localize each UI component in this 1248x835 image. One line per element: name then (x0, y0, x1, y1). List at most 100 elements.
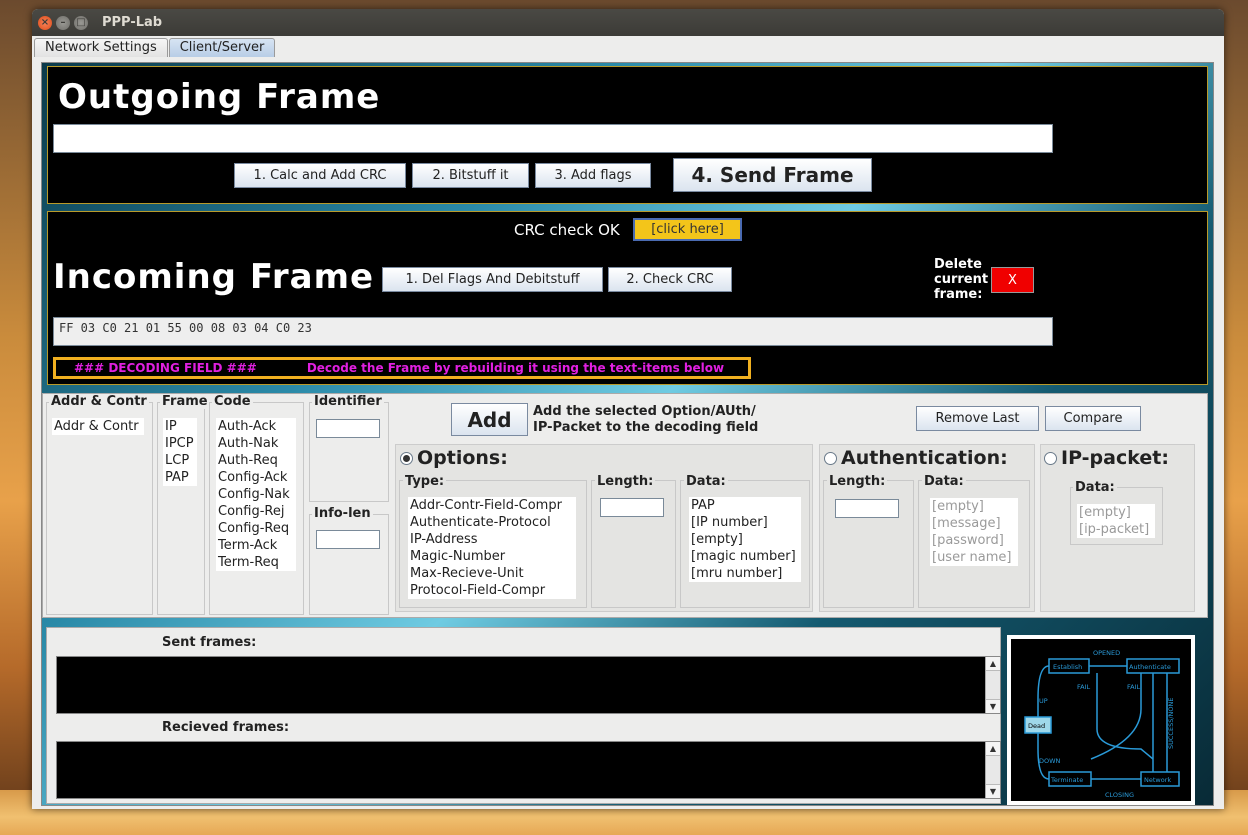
click-here-button[interactable]: [click here] (633, 218, 742, 241)
list-item[interactable]: IP (163, 418, 197, 435)
list-item[interactable]: LCP (163, 452, 197, 469)
list-item[interactable]: PAP (689, 497, 801, 514)
options-radio[interactable]: Options: (400, 447, 508, 469)
scroll-down-icon[interactable]: ▼ (986, 784, 1000, 798)
list-item[interactable]: [password] (930, 532, 1018, 549)
delete-label-line-3: frame: (934, 287, 983, 302)
ip-packet-title: IP-packet: (1061, 447, 1169, 469)
state-network-label: Network (1144, 776, 1171, 784)
scroll-up-icon[interactable]: ▲ (986, 657, 1000, 671)
auth-length-label: Length: (827, 474, 888, 489)
list-item[interactable]: Authenticate-Protocol (408, 514, 576, 531)
options-length-input[interactable] (600, 498, 664, 517)
list-item[interactable]: Magic-Number (408, 548, 576, 565)
list-item[interactable]: Auth-Ack (216, 418, 296, 435)
compare-button[interactable]: Compare (1045, 406, 1141, 431)
scroll-down-icon[interactable]: ▼ (986, 699, 1000, 713)
auth-length-input[interactable] (835, 499, 899, 518)
sent-frames-area[interactable]: ▲ ▼ (56, 656, 1001, 714)
outgoing-frame-panel: Outgoing Frame 1. Calc and Add CRC 2. Bi… (47, 66, 1208, 204)
list-item[interactable]: Config-Rej (216, 503, 296, 520)
crc-status-label: CRC check OK (514, 221, 620, 239)
incoming-frame-title: Incoming Frame (53, 257, 375, 297)
send-frame-button[interactable]: 4. Send Frame (673, 158, 872, 192)
list-item[interactable]: Config-Nak (216, 486, 296, 503)
list-item[interactable]: Auth-Req (216, 452, 296, 469)
list-item[interactable]: Term-Req (216, 554, 296, 571)
decoding-field[interactable]: ### DECODING FIELD ### Decode the Frame … (53, 357, 751, 379)
del-flags-debitstuff-button[interactable]: 1. Del Flags And Debitstuff (382, 267, 603, 292)
list-item[interactable]: Addr & Contr (52, 418, 144, 435)
diagram-label-success: SUCCESS/NONE (1167, 698, 1175, 749)
code-label: Code (212, 394, 253, 409)
received-frames-label: Recieved frames: (162, 720, 290, 735)
list-item[interactable]: Auth-Nak (216, 435, 296, 452)
list-item[interactable]: IP-Address (408, 531, 576, 548)
delete-frame-button[interactable]: X (991, 267, 1034, 293)
list-item[interactable]: [IP number] (689, 514, 801, 531)
list-item[interactable]: [message] (930, 515, 1018, 532)
ppp-state-diagram-svg: Establish Authenticate Dead Terminate Ne… (1024, 649, 1180, 799)
list-item[interactable]: PAP (163, 469, 197, 486)
received-frames-area[interactable]: ▲ ▼ (56, 741, 1001, 799)
list-item[interactable]: [user name] (930, 549, 1018, 566)
app-window: × – □ PPP-Lab Network Settings Client/Se… (32, 9, 1224, 809)
diagram-label-down: DOWN (1039, 757, 1061, 765)
bitstuff-button[interactable]: 2. Bitstuff it (412, 163, 529, 188)
close-window-button[interactable]: × (38, 15, 52, 30)
frame-label: Frame (160, 394, 210, 409)
state-dead-label: Dead (1028, 722, 1045, 730)
options-radio-circle[interactable] (400, 451, 413, 465)
list-item[interactable]: [empty] (689, 531, 801, 548)
authentication-title: Authentication: (841, 447, 1008, 469)
maximize-window-button[interactable]: □ (74, 15, 88, 30)
authentication-radio-circle[interactable] (824, 451, 837, 465)
delete-label-line-2: current (934, 272, 989, 287)
add-button[interactable]: Add (451, 403, 528, 436)
tab-network-settings[interactable]: Network Settings (34, 38, 168, 57)
list-item[interactable]: Config-Ack (216, 469, 296, 486)
identifier-input[interactable] (316, 419, 380, 438)
code-list: Auth-Ack Auth-Nak Auth-Req Config-Ack Co… (216, 418, 296, 571)
minimize-window-button[interactable]: – (56, 15, 70, 30)
sent-frames-scrollbar[interactable]: ▲ ▼ (985, 657, 1000, 713)
list-item[interactable]: Max-Recieve-Unit (408, 565, 576, 582)
list-item[interactable]: [empty] (1077, 504, 1155, 521)
ip-packet-radio-circle[interactable] (1044, 451, 1057, 465)
scroll-up-icon[interactable]: ▲ (986, 742, 1000, 756)
auth-data-label: Data: (922, 474, 966, 489)
ip-data-label: Data: (1073, 480, 1117, 495)
outgoing-frame-input[interactable] (53, 124, 1053, 153)
received-frames-scrollbar[interactable]: ▲ ▼ (985, 742, 1000, 798)
list-item[interactable]: Term-Ack (216, 537, 296, 554)
diagram-label-fail-2: FAIL (1127, 683, 1141, 691)
decoding-field-label: ### DECODING FIELD ### (74, 361, 257, 375)
add-hint-line-1: Add the selected Option/AUth/ (533, 404, 756, 419)
remove-last-button[interactable]: Remove Last (916, 406, 1039, 431)
check-crc-button[interactable]: 2. Check CRC (608, 267, 732, 292)
info-len-input[interactable] (316, 530, 380, 549)
diagram-label-closing: CLOSING (1105, 791, 1134, 799)
list-item[interactable]: Config-Req (216, 520, 296, 537)
list-item[interactable]: Addr-Contr-Field-Compr (408, 497, 576, 514)
incoming-frame-field[interactable]: FF 03 C0 21 01 55 00 08 03 04 C0 23 (53, 317, 1053, 346)
options-type-label: Type: (403, 474, 447, 489)
auth-data-list: [empty] [message] [password] [user name] (930, 498, 1018, 566)
add-flags-button[interactable]: 3. Add flags (535, 163, 651, 188)
identifier-group (309, 402, 389, 502)
list-item[interactable]: [magic number] (689, 548, 801, 565)
add-hint: Add the selected Option/AUth/ IP-Packet … (533, 404, 758, 436)
diagram-label-opened: OPENED (1093, 649, 1120, 657)
list-item[interactable]: IPCP (163, 435, 197, 452)
list-item[interactable]: Protocol-Field-Compr (408, 582, 576, 599)
delete-current-frame-label: Delete current frame: (934, 257, 988, 302)
list-item[interactable]: [ip-packet] (1077, 521, 1155, 538)
list-item[interactable]: [empty] (930, 498, 1018, 515)
ppp-state-diagram: Establish Authenticate Dead Terminate Ne… (1007, 635, 1195, 805)
ip-data-list: [empty] [ip-packet] (1077, 504, 1155, 538)
tab-client-server[interactable]: Client/Server (168, 38, 276, 57)
ip-packet-radio[interactable]: IP-packet: (1044, 447, 1169, 469)
authentication-radio[interactable]: Authentication: (824, 447, 1008, 469)
list-item[interactable]: [mru number] (689, 565, 801, 582)
calc-add-crc-button[interactable]: 1. Calc and Add CRC (234, 163, 406, 188)
